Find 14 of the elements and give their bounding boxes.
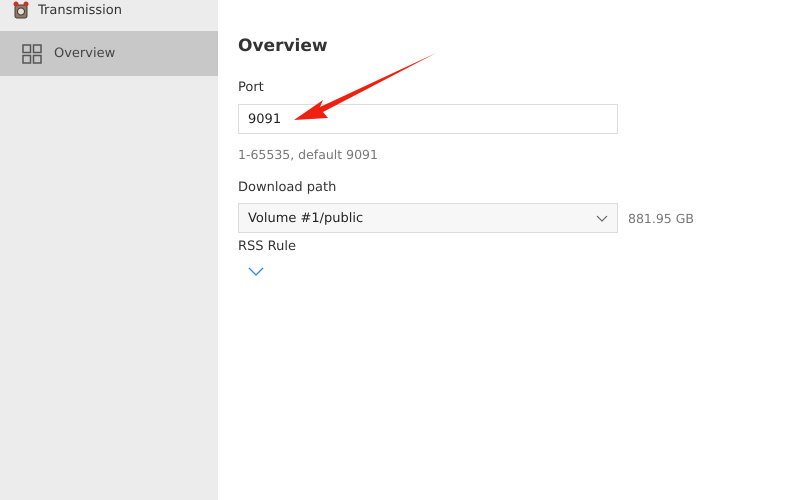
- chevron-down-icon: [248, 267, 264, 276]
- field-label: Download path: [238, 180, 338, 195]
- page-title: Overview: [238, 36, 329, 56]
- field-label: RSS Rule: [238, 239, 297, 254]
- port-field[interactable]: 9091: [238, 104, 618, 134]
- free-space-text: 881.95 GB: [628, 210, 694, 226]
- sidebar-item[interactable]: Overview: [0, 31, 218, 76]
- path-dropdown[interactable]: Volume #1/public: [238, 203, 618, 233]
- hint-text: 1-65535, default 9091: [238, 147, 379, 162]
- app-icon: [12, 1, 30, 19]
- app-title: Transmission: [38, 2, 122, 18]
- field-label: Port: [238, 80, 265, 95]
- grid-icon: [22, 44, 42, 64]
- chevron-down-icon: [596, 214, 608, 222]
